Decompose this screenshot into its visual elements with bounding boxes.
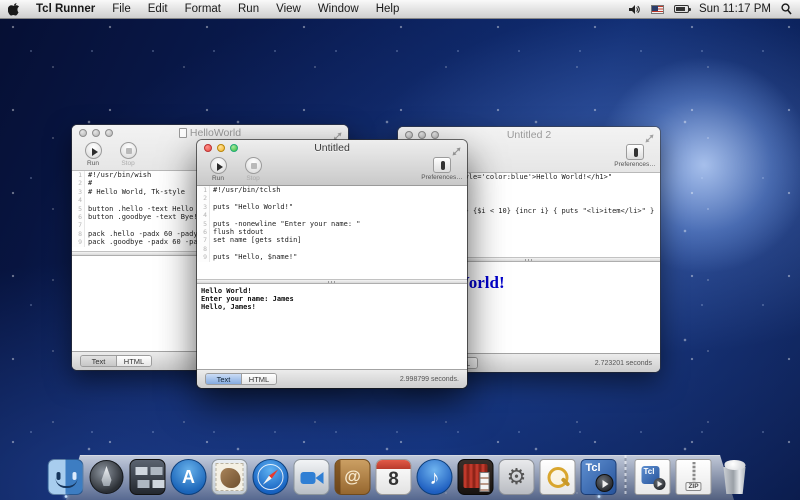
battery-icon[interactable] [674, 5, 689, 13]
dock-separator [625, 455, 627, 495]
output-mode-switch: Text HTML [205, 373, 277, 385]
tcl-runner-icon[interactable]: Tcl [581, 459, 617, 495]
preferences-icon [433, 157, 451, 173]
system-preferences-icon[interactable]: ⚙ [499, 459, 535, 495]
output-area[interactable]: Hello World!Enter your name: JamesHello,… [197, 284, 467, 369]
tab-text[interactable]: Text [206, 374, 241, 384]
dock: A @ 8 ♪ ⚙ Tcl Tcl ZIP [48, 455, 753, 495]
itunes-icon[interactable]: ♪ [417, 459, 453, 495]
fullscreen-icon[interactable] [333, 128, 342, 137]
menu-item[interactable]: Format [185, 3, 221, 15]
code-line: 7set name [gets stdin] [197, 236, 467, 244]
run-button[interactable]: Run [205, 157, 231, 182]
menu-item[interactable]: Help [376, 3, 400, 15]
menu-bar: Tcl Runner File Edit Format Run View Window He… [0, 0, 800, 19]
apple-menu-icon[interactable] [8, 3, 19, 16]
window-untitled[interactable]: Untitled Run Stop Preferences… [197, 140, 467, 388]
bottom-bar: Text HTML 2.998799 seconds. [197, 369, 467, 388]
menu-item[interactable]: Run [238, 3, 259, 15]
close-button[interactable] [405, 131, 413, 139]
stop-button[interactable]: Stop [115, 142, 141, 167]
close-button[interactable] [204, 144, 212, 152]
zoom-button[interactable] [431, 131, 439, 139]
photo-booth-icon[interactable] [458, 459, 494, 495]
mission-control-icon[interactable] [130, 459, 166, 495]
menu-item[interactable]: Window [318, 3, 359, 15]
running-indicator [597, 495, 600, 498]
preferences-button[interactable]: Preferences… [425, 157, 459, 181]
stop-button[interactable]: Stop [240, 157, 266, 182]
play-icon [658, 481, 663, 487]
fullscreen-icon[interactable] [452, 143, 461, 152]
ical-icon[interactable]: 8 [376, 459, 412, 495]
code-editor[interactable]: 1#!/usr/bin/tclsh 2 3puts "Hello World!"… [197, 186, 467, 279]
minimize-button[interactable] [92, 129, 100, 137]
menu-item[interactable]: Edit [148, 3, 168, 15]
code-line: 3puts "Hello World!" [197, 203, 467, 211]
document-proxy-icon [179, 128, 187, 138]
run-time-label: 2.723201 seconds [595, 360, 652, 367]
menu-item[interactable]: File [112, 3, 131, 15]
volume-icon[interactable] [629, 4, 641, 15]
titlebar[interactable]: HelloWorld [72, 125, 348, 140]
code-line: 1#!/usr/bin/tclsh [197, 186, 467, 194]
code-line: 4 [197, 211, 467, 219]
zip-label: ZIP [685, 482, 701, 491]
keyboard-flag-icon[interactable] [651, 5, 664, 14]
fullscreen-icon[interactable] [645, 130, 654, 139]
play-icon [603, 480, 609, 488]
finder-icon[interactable] [48, 459, 84, 495]
output-line: Enter your name: James [201, 295, 463, 303]
pane-splitter[interactable] [197, 279, 467, 284]
facetime-icon[interactable] [294, 459, 330, 495]
minimize-button[interactable] [217, 144, 225, 152]
desktop[interactable]: Tcl Runner File Edit Format Run View Window He… [0, 0, 800, 500]
code-line: 8 [197, 245, 467, 253]
code-line: 5puts -nonewline "Enter your name: " [197, 220, 467, 228]
preferences-button[interactable]: Preferences… [618, 144, 652, 168]
preview-icon[interactable] [540, 459, 576, 495]
run-time-label: 2.998799 seconds. [400, 376, 459, 383]
tab-html[interactable]: HTML [241, 374, 276, 384]
tcl-label: Tcl [586, 462, 601, 474]
menubar-clock[interactable]: Sun 11:17 PM [699, 3, 771, 15]
zoom-button[interactable] [230, 144, 238, 152]
code-line: 6flush stdout [197, 228, 467, 236]
launchpad-icon[interactable] [89, 459, 125, 495]
run-button[interactable]: Run [80, 142, 106, 167]
mail-icon[interactable] [212, 459, 248, 495]
safari-icon[interactable] [253, 459, 289, 495]
app-menu-title[interactable]: Tcl Runner [36, 3, 95, 15]
titlebar[interactable]: Untitled [197, 140, 467, 155]
output-line: Hello, James! [201, 303, 463, 311]
running-indicator [64, 495, 67, 498]
address-book-icon[interactable]: @ [335, 459, 371, 495]
tab-html[interactable]: HTML [116, 356, 151, 366]
code-line: 9puts "Hello, $name!" [197, 253, 467, 261]
window-title: Untitled [314, 142, 350, 154]
minimize-button[interactable] [418, 131, 426, 139]
close-button[interactable] [79, 129, 87, 137]
app-store-icon[interactable]: A [171, 459, 207, 495]
zip-archive-icon[interactable]: ZIP [676, 459, 712, 495]
preferences-icon [626, 144, 644, 160]
tcl-document-icon[interactable]: Tcl [635, 459, 671, 495]
zoom-button[interactable] [105, 129, 113, 137]
spotlight-icon[interactable] [781, 3, 792, 15]
code-line: 2 [197, 194, 467, 202]
window-title: HelloWorld [190, 127, 241, 139]
output-mode-switch: Text HTML [80, 355, 152, 367]
tab-text[interactable]: Text [81, 356, 116, 366]
window-toolbar: Run Stop Preferences… [197, 155, 467, 185]
trash-icon[interactable] [717, 459, 753, 495]
output-line: Hello World! [201, 287, 463, 295]
window-title: Untitled 2 [507, 129, 551, 141]
menubar-menus: File Edit Format Run View Window Help [112, 3, 399, 15]
menu-item[interactable]: View [276, 3, 301, 15]
